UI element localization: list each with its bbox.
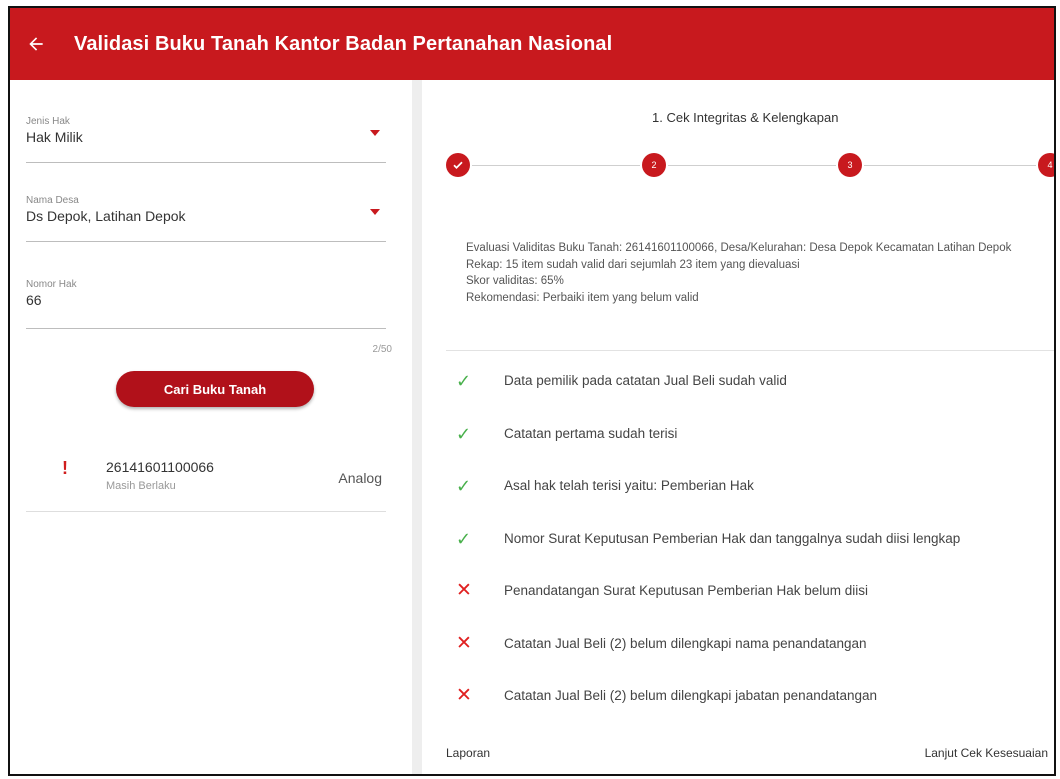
cross-icon: ✕ — [456, 632, 472, 654]
check-item: ✓ Data pemilik pada catatan Jual Beli su… — [456, 371, 1054, 424]
cross-icon: ✕ — [456, 580, 472, 601]
check-item: ✕ Catatan Jual Beli (2) belum dilengkapi… — [456, 632, 1054, 687]
app-bar: Validasi Buku Tanah Kantor Badan Pertana… — [10, 8, 1054, 80]
check-item: ✕ Catatan Jual Beli (2) belum dilengkapi… — [456, 685, 1054, 739]
step-2[interactable]: 2 — [642, 153, 666, 177]
evaluation-summary: Evaluasi Validitas Buku Tanah: 261416011… — [466, 240, 1036, 306]
validation-check-list: ✓ Data pemilik pada catatan Jual Beli su… — [456, 371, 1054, 739]
summary-score: Skor validitas: 65% — [466, 275, 564, 287]
next-check-button[interactable]: Lanjut Cek Kesesuaian — [925, 746, 1048, 760]
result-list-item[interactable]: ! 26141601100066 Masih Berlaku Analog — [26, 440, 386, 512]
checkmark-icon: ✓ — [456, 423, 472, 444]
exclamation-icon: ! — [62, 458, 68, 478]
result-number: 26141601100066 — [106, 459, 214, 475]
result-status: Masih Berlaku — [106, 480, 176, 492]
jenis-hak-label: Jenis Hak — [26, 116, 70, 127]
summary-divider — [446, 350, 1054, 351]
nama-desa-value: Ds Depok, Latihan Depok — [26, 208, 186, 224]
step-3[interactable]: 3 — [838, 153, 862, 177]
nama-desa-label: Nama Desa — [26, 195, 79, 206]
nomor-hak-input[interactable]: Nomor Hak 66 — [26, 279, 386, 329]
result-type: Analog — [338, 470, 382, 486]
check-icon — [453, 161, 463, 169]
step-connector — [472, 165, 640, 166]
report-button[interactable]: Laporan — [446, 746, 490, 760]
search-panel: Jenis Hak Hak Milik Nama Desa Ds Depok, … — [10, 80, 412, 774]
step-4[interactable]: 4 — [1038, 153, 1054, 177]
step-title: 1. Cek Integritas & Kelengkapan — [652, 110, 839, 125]
jenis-hak-value: Hak Milik — [26, 129, 83, 145]
check-item: ✕ Penandatangan Surat Keputusan Pemberia… — [456, 580, 1054, 634]
search-button[interactable]: Cari Buku Tanah — [116, 371, 314, 407]
check-item-text: Penandatangan Surat Keputusan Pemberian … — [504, 583, 868, 598]
check-item-text: Data pemilik pada catatan Jual Beli suda… — [504, 373, 787, 388]
check-item-text: Catatan Jual Beli (2) belum dilengkapi n… — [504, 635, 867, 651]
cross-icon: ✕ — [456, 685, 472, 706]
app-window: Validasi Buku Tanah Kantor Badan Pertana… — [8, 6, 1056, 776]
jenis-hak-select[interactable]: Jenis Hak Hak Milik — [26, 116, 386, 163]
step-connector — [864, 165, 1036, 166]
panel-divider — [412, 80, 422, 774]
step-connector — [668, 165, 836, 166]
dropdown-arrow-icon — [370, 130, 380, 136]
summary-recap: Rekap: 15 item sudah valid dari sejumlah… — [466, 258, 800, 271]
step-1-complete[interactable] — [446, 153, 470, 177]
nomor-hak-value: 66 — [26, 292, 42, 308]
back-button[interactable] — [10, 8, 62, 80]
check-item: ✓ Asal hak telah terisi yaitu: Pemberian… — [456, 476, 1054, 529]
check-item-text: Catatan Jual Beli (2) belum dilengkapi j… — [504, 688, 878, 703]
checkmark-icon: ✓ — [456, 371, 472, 391]
validation-panel: 1. Cek Integritas & Kelengkapan 2 3 4 Ev… — [422, 80, 1054, 774]
page-title: Validasi Buku Tanah Kantor Badan Pertana… — [74, 32, 613, 55]
stepper: 2 3 4 — [446, 153, 1054, 179]
summary-evaluation: Evaluasi Validitas Buku Tanah: 261416011… — [466, 242, 1012, 254]
nomor-hak-label: Nomor Hak — [26, 279, 77, 290]
dropdown-arrow-icon — [370, 209, 380, 215]
summary-recommendation: Rekomendasi: Perbaiki item yang belum va… — [466, 291, 699, 304]
check-item: ✓ Catatan pertama sudah terisi — [456, 423, 1054, 477]
check-item: ✓ Nomor Surat Keputusan Pemberian Hak da… — [456, 528, 1054, 582]
checkmark-icon: ✓ — [456, 528, 472, 549]
check-item-text: Catatan pertama sudah terisi — [504, 425, 678, 441]
check-item-text: Nomor Surat Keputusan Pemberian Hak dan … — [504, 530, 961, 546]
nama-desa-select[interactable]: Nama Desa Ds Depok, Latihan Depok — [26, 195, 386, 242]
character-counter: 2/50 — [372, 344, 392, 355]
checkmark-icon: ✓ — [456, 476, 472, 496]
check-item-text: Asal hak telah terisi yaitu: Pemberian H… — [504, 478, 754, 493]
arrow-left-icon — [29, 37, 43, 51]
